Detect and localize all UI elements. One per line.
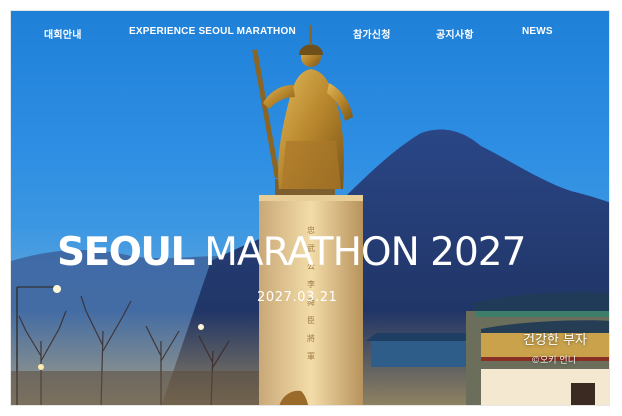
hero-banner: 忠 武 公 李 舜 臣 將 軍 대회안내 EXPERIENCE SEOUL MA…: [10, 10, 610, 406]
event-date: 2027.03.21: [257, 290, 338, 305]
svg-text:將: 將: [307, 333, 315, 343]
nav-item-event-info[interactable]: 대회안내: [44, 26, 82, 41]
hero-title: SEOUL MARATHON 2027: [57, 230, 526, 275]
photo-caption-title: 건강한 부자: [523, 333, 587, 348]
nav-item-registration[interactable]: 참가신청: [353, 26, 391, 41]
photo-caption-credit: ©오키 언니: [531, 356, 576, 366]
hero-title-bold: SEOUL: [57, 230, 195, 275]
hero-photo: 忠 武 公 李 舜 臣 將 軍: [11, 25, 609, 405]
nav-item-news[interactable]: NEWS: [522, 26, 553, 37]
svg-text:李: 李: [307, 279, 315, 289]
svg-text:軍: 軍: [307, 352, 315, 361]
top-navigation: 대회안내 EXPERIENCE SEOUL MARATHON 참가신청 공지사항…: [11, 11, 609, 53]
nav-item-notices[interactable]: 공지사항: [436, 26, 474, 41]
nav-item-experience[interactable]: EXPERIENCE SEOUL MARATHON: [129, 26, 296, 37]
hero-title-light: MARATHON 2027: [204, 230, 526, 275]
svg-text:臣: 臣: [307, 316, 315, 325]
